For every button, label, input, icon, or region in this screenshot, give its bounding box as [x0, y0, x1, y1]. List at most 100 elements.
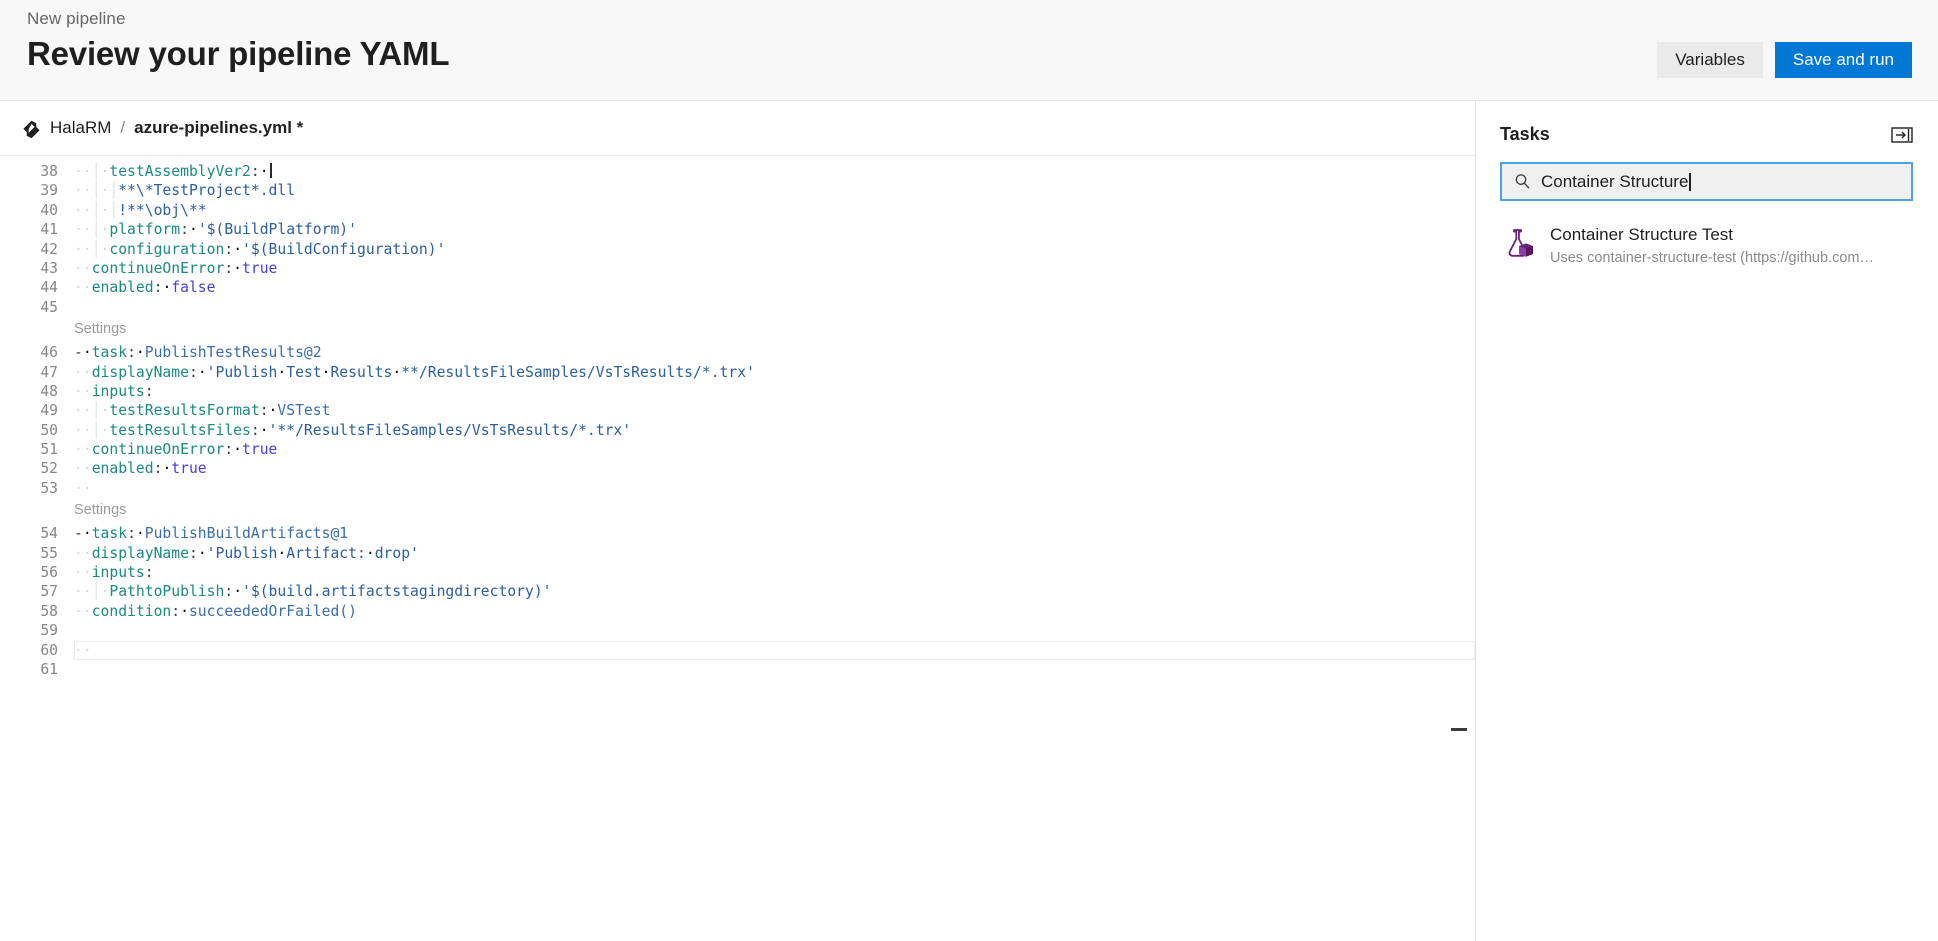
code-line[interactable]: 42 ··│·configuration:·'$(BuildConfigurati… — [0, 240, 1475, 259]
code-line[interactable]: 48 ··inputs: — [0, 382, 1475, 401]
token-ws: · — [197, 363, 207, 381]
token-str: !**\obj\** — [118, 201, 207, 219]
overview-ruler-marker — [1451, 728, 1467, 731]
code-line[interactable]: 57 ··│·PathtoPublish:·'$(build.artifactst… — [0, 582, 1475, 601]
header-titles: New pipeline Review your pipeline YAML — [27, 8, 449, 76]
token-key: condition — [91, 602, 172, 620]
code-line[interactable]: 52 ··enabled:·true — [0, 459, 1475, 478]
line-number: 41 — [40, 221, 58, 239]
page-header: New pipeline Review your pipeline YAML V… — [0, 0, 1938, 101]
main-content: HalaRM / azure-pipelines.yml * 38 ··│·tes… — [0, 101, 1938, 941]
code-line-content: ··inputs: — [74, 564, 154, 582]
token-str: 'Publish — [206, 363, 278, 381]
code-line[interactable]: 51 ··continueOnError:·true — [0, 440, 1475, 459]
token-punct: : — [250, 421, 260, 439]
save-and-run-button[interactable]: Save and run — [1774, 42, 1912, 78]
code-line[interactable]: 50 ··│·testResultsFiles:·'**/ResultsFileS… — [0, 421, 1475, 440]
codelens-label[interactable]: Settings — [74, 320, 126, 339]
line-number: 50 — [40, 421, 58, 439]
token-key: task — [91, 344, 128, 362]
code-line[interactable]: 45 — [0, 298, 1475, 317]
token-ws: · — [277, 363, 287, 381]
code-editor[interactable]: 38 ··│·testAssemblyVer2:· 39 ··│·│**\*TestP… — [0, 156, 1475, 940]
token-ws: · — [277, 544, 287, 562]
code-line-content: ··│·testResultsFiles:·'**/ResultsFileSam… — [74, 421, 632, 439]
code-line[interactable]: 58 ··condition:·succeededOrFailed() — [0, 602, 1475, 621]
token-punct: : — [127, 525, 136, 543]
repo-name[interactable]: HalaRM — [50, 118, 111, 138]
line-number: 42 — [40, 240, 58, 258]
code-line[interactable]: 49 ··│·testResultsFormat:·VSTest — [0, 401, 1475, 420]
line-number: 39 — [40, 182, 58, 200]
variables-button[interactable]: Variables — [1657, 42, 1763, 78]
token-punct: : — [224, 583, 234, 601]
token-key: enabled — [91, 279, 154, 297]
collapse-panel-icon[interactable] — [1891, 126, 1913, 144]
token-ws: · — [82, 525, 92, 543]
token-punct: : — [250, 163, 260, 180]
task-search-input-value[interactable]: Container Structure — [1541, 172, 1688, 192]
file-breadcrumb-bar: HalaRM / azure-pipelines.yml * — [0, 101, 1475, 156]
line-number: 48 — [40, 382, 58, 400]
code-line-content: ··│·testAssemblyVer2:· — [74, 162, 272, 181]
codelens-settings-link: Settings — [0, 498, 1475, 524]
code-line[interactable]: 39 ··│·│**\*TestProject*.dll — [0, 181, 1475, 200]
code-line-content: ··enabled:·false — [74, 279, 216, 297]
token-punct: : — [224, 259, 234, 277]
breadcrumb-separator: / — [120, 118, 126, 137]
token-bool: false — [171, 279, 216, 297]
line-number: 47 — [40, 363, 58, 381]
code-line[interactable]: 41 ··│·platform:·'$(BuildPlatform)' — [0, 220, 1475, 239]
search-icon — [1514, 173, 1531, 190]
code-line[interactable]: 40 ··│·│!**\obj\** — [0, 201, 1475, 220]
token-ws: · — [233, 240, 243, 258]
code-line[interactable]: 55 ··displayName:·'Publish·Artifact:·drop… — [0, 544, 1475, 563]
token-key: PathtoPublish — [109, 583, 225, 601]
code-line[interactable]: 38 ··│·testAssemblyVer2:· — [0, 162, 1475, 181]
token-ws: · — [233, 441, 243, 459]
task-result-item[interactable]: Container Structure Test Uses container-s… — [1500, 221, 1913, 271]
code-line[interactable]: 54 -·task:·PublishBuildArtifacts@1 — [0, 524, 1475, 543]
page-title: Review your pipeline YAML — [27, 35, 450, 72]
code-line-content: ··│·platform:·'$(BuildPlatform)' — [74, 221, 357, 239]
line-number: 55 — [40, 544, 58, 562]
token-plain: VSTest — [277, 402, 331, 420]
current-line-highlight — [74, 640, 1475, 660]
code-line[interactable]: 61 — [0, 660, 1475, 679]
task-search-box[interactable]: Container Structure — [1500, 162, 1913, 201]
code-line[interactable]: 46 -·task:·PublishTestResults@2 — [0, 343, 1475, 362]
token-key: continueOnError — [91, 259, 225, 277]
line-number: 56 — [40, 564, 58, 582]
token-key: configuration — [109, 240, 225, 258]
code-line[interactable]: 43 ··continueOnError:·true — [0, 259, 1475, 278]
token-ws: · — [365, 544, 375, 562]
token-ws: · — [162, 460, 172, 478]
line-number: 57 — [40, 583, 58, 601]
code-line[interactable]: 56 ··inputs: — [0, 563, 1475, 582]
token-ws: · — [135, 344, 145, 362]
line-number: 43 — [40, 259, 58, 277]
code-line[interactable]: 47 ··displayName:·'Publish·Test·Results·*… — [0, 363, 1475, 382]
line-number: 54 — [40, 525, 58, 543]
code-line[interactable]: 44 ··enabled:·false — [0, 278, 1475, 297]
token-str: '**/ResultsFileSamples/VsTsResults/*.trx… — [268, 421, 632, 439]
codelens-label[interactable]: Settings — [74, 501, 126, 520]
text-caret — [1689, 172, 1691, 191]
code-line[interactable]: 59 — [0, 621, 1475, 640]
code-lines[interactable]: 38 ··│·testAssemblyVer2:· 39 ··│·│**\*TestP… — [0, 156, 1475, 679]
code-line-content: ··continueOnError:·true — [74, 441, 278, 459]
line-number: 51 — [40, 441, 58, 459]
token-punct: : — [224, 441, 234, 459]
token-str: '$(build.artifactstagingdirectory)' — [242, 583, 552, 601]
token-key: inputs — [91, 382, 145, 400]
code-line-content: ··│·│!**\obj\** — [74, 201, 207, 219]
code-line-content: -·task:·PublishTestResults@2 — [74, 343, 322, 362]
token-key: inputs — [91, 564, 145, 582]
header-actions: Variables Save and run — [1657, 42, 1912, 78]
token-key: testResultsFormat — [109, 402, 260, 420]
code-line[interactable]: 60 ·· — [0, 640, 1475, 660]
token-punct: : — [188, 363, 198, 381]
code-line[interactable]: 53 ·· — [0, 479, 1475, 498]
token-plain: PublishTestResults@2 — [144, 344, 322, 362]
code-line-content: ··displayName:·'Publish·Artifact:·drop' — [74, 544, 419, 562]
